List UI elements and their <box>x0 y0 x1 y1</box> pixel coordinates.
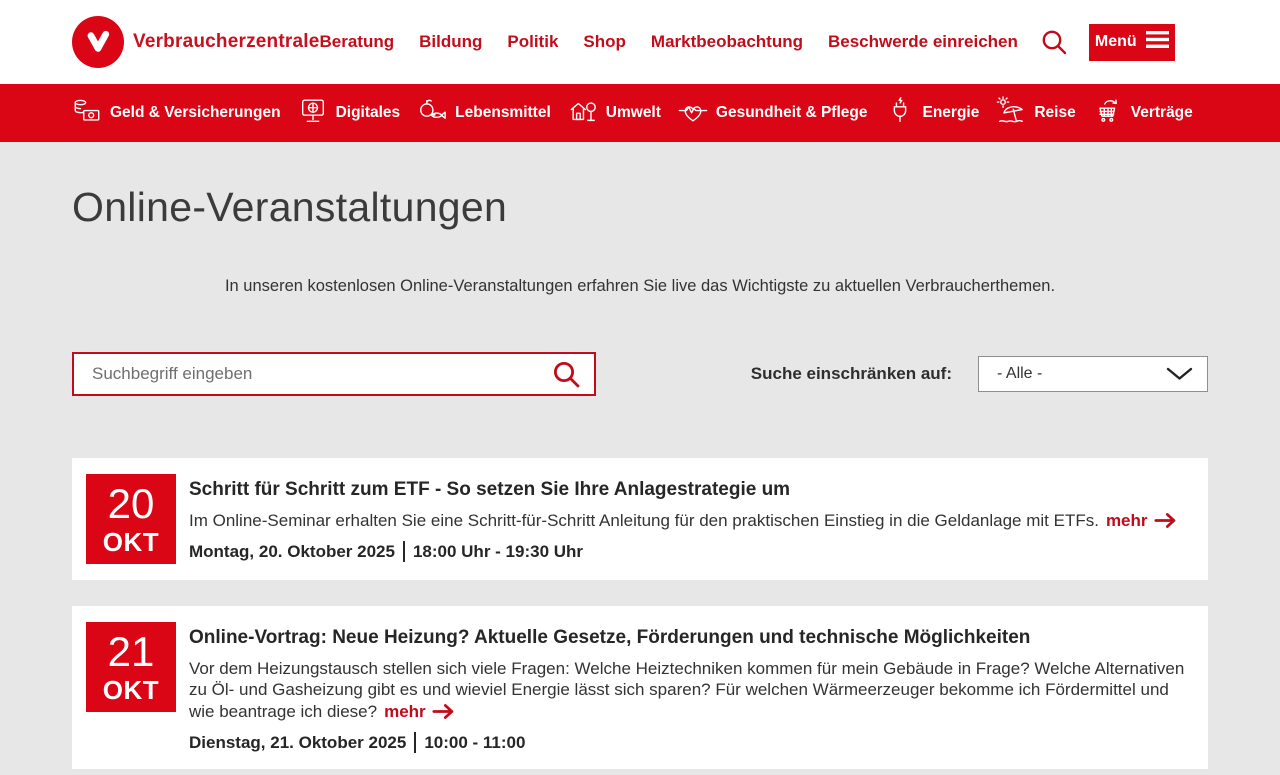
event-content: Online-Vortrag: Neue Heizung? Aktuelle G… <box>189 622 1186 753</box>
shopping-cart-icon <box>1093 96 1123 131</box>
badge-day: 20 <box>108 483 155 525</box>
search-field <box>72 352 596 396</box>
nav-item-beratung[interactable]: Beratung <box>320 32 395 52</box>
category-item-digitales[interactable]: Digitales <box>298 96 401 131</box>
intro-text: In unseren kostenlosen Online-Veranstalt… <box>72 277 1208 296</box>
page-title: Online-Veranstaltungen <box>72 184 1208 231</box>
event-date: Dienstag, 21. Oktober 2025 <box>189 733 406 753</box>
category-item-vertraege[interactable]: Verträge <box>1093 96 1193 131</box>
money-icon <box>72 96 102 131</box>
category-item-energie[interactable]: Energie <box>885 96 980 131</box>
menu-button-label: Menü <box>1095 33 1137 51</box>
category-label: Verträge <box>1131 104 1193 122</box>
event-datetime: Montag, 20. Oktober 2025 18:00 Uhr - 19:… <box>189 541 1186 562</box>
date-badge: 21 OKT <box>86 622 176 712</box>
date-badge: 20 OKT <box>86 474 176 564</box>
main-content: Online-Veranstaltungen In unseren kosten… <box>0 184 1280 769</box>
event-title[interactable]: Online-Vortrag: Neue Heizung? Aktuelle G… <box>189 627 1186 650</box>
event-card: 21 OKT Online-Vortrag: Neue Heizung? Akt… <box>72 606 1208 769</box>
category-item-lebensmittel[interactable]: Lebensmittel <box>417 96 551 131</box>
filter-selected-value: - Alle - <box>997 365 1042 383</box>
nav-item-marktbeobachtung[interactable]: Marktbeobachtung <box>651 32 803 52</box>
event-date: Montag, 20. Oktober 2025 <box>189 542 395 562</box>
monitor-globe-icon <box>298 96 328 131</box>
heart-pulse-icon <box>678 96 708 131</box>
logo-v-icon <box>72 16 124 68</box>
nav-item-beschwerde-einreichen[interactable]: Beschwerde einreichen <box>828 32 1018 52</box>
logo[interactable]: Verbraucherzentrale <box>72 16 320 68</box>
event-description: Vor dem Heizungstausch stellen sich viel… <box>189 658 1186 723</box>
category-item-gesundheit-pflege[interactable]: Gesundheit & Pflege <box>678 96 868 131</box>
separator <box>403 541 405 562</box>
event-datetime: Dienstag, 21. Oktober 2025 10:00 - 11:00 <box>189 732 1186 753</box>
event-content: Schritt für Schritt zum ETF - So setzen … <box>189 474 1186 564</box>
search-input[interactable] <box>74 354 552 394</box>
category-bar: Geld & Versicherungen Digitales Lebensmi… <box>0 84 1280 142</box>
event-card: 20 OKT Schritt für Schritt zum ETF - So … <box>72 458 1208 580</box>
site-header: Verbraucherzentrale Beratung Bildung Pol… <box>0 0 1280 84</box>
nav-item-politik[interactable]: Politik <box>507 32 558 52</box>
category-label: Lebensmittel <box>455 104 551 122</box>
nav-item-bildung[interactable]: Bildung <box>419 32 482 52</box>
more-link-label: mehr <box>1106 511 1148 530</box>
category-label: Gesundheit & Pflege <box>716 104 868 122</box>
event-title[interactable]: Schritt für Schritt zum ETF - So setzen … <box>189 479 1186 502</box>
category-item-geld-versicherungen[interactable]: Geld & Versicherungen <box>72 96 281 131</box>
chevron-down-icon <box>1166 367 1193 381</box>
arrow-right-icon <box>1154 512 1178 529</box>
category-item-umwelt[interactable]: Umwelt <box>568 96 661 131</box>
more-link-label: mehr <box>384 702 426 721</box>
search-icon[interactable] <box>1040 28 1068 56</box>
event-time: 10:00 - 11:00 <box>424 733 525 753</box>
category-label: Geld & Versicherungen <box>110 104 281 122</box>
search-submit-icon[interactable] <box>552 360 594 389</box>
category-label: Digitales <box>336 104 401 122</box>
nav-item-shop[interactable]: Shop <box>583 32 626 52</box>
main-nav: Beratung Bildung Politik Shop Marktbeoba… <box>320 32 1018 52</box>
event-list: 20 OKT Schritt für Schritt zum ETF - So … <box>72 458 1208 769</box>
more-link[interactable]: mehr <box>1106 511 1178 530</box>
arrow-right-icon <box>432 703 456 720</box>
more-link[interactable]: mehr <box>384 702 456 721</box>
event-time: 18:00 Uhr - 19:30 Uhr <box>413 542 583 562</box>
apple-fish-icon <box>417 96 447 131</box>
category-label: Umwelt <box>606 104 661 122</box>
house-tree-icon <box>568 96 598 131</box>
filter-group: Suche einschränken auf: - Alle - <box>751 356 1208 392</box>
beach-umbrella-icon <box>996 96 1026 131</box>
filter-select[interactable]: - Alle - <box>978 356 1208 392</box>
hamburger-icon <box>1146 31 1169 53</box>
event-description: Im Online-Seminar erhalten Sie eine Schr… <box>189 510 1186 532</box>
category-label: Reise <box>1034 104 1075 122</box>
event-description-text: Im Online-Seminar erhalten Sie eine Schr… <box>189 511 1099 530</box>
plug-icon <box>885 96 915 131</box>
search-row: Suche einschränken auf: - Alle - <box>72 352 1208 396</box>
separator <box>414 732 416 753</box>
filter-label: Suche einschränken auf: <box>751 364 952 384</box>
badge-month: OKT <box>103 677 159 703</box>
event-description-text: Vor dem Heizungstausch stellen sich viel… <box>189 659 1184 721</box>
badge-day: 21 <box>108 631 155 673</box>
brand-name: Verbraucherzentrale <box>133 31 320 53</box>
badge-month: OKT <box>103 529 159 555</box>
category-item-reise[interactable]: Reise <box>996 96 1075 131</box>
menu-button[interactable]: Menü <box>1089 24 1175 61</box>
category-label: Energie <box>923 104 980 122</box>
